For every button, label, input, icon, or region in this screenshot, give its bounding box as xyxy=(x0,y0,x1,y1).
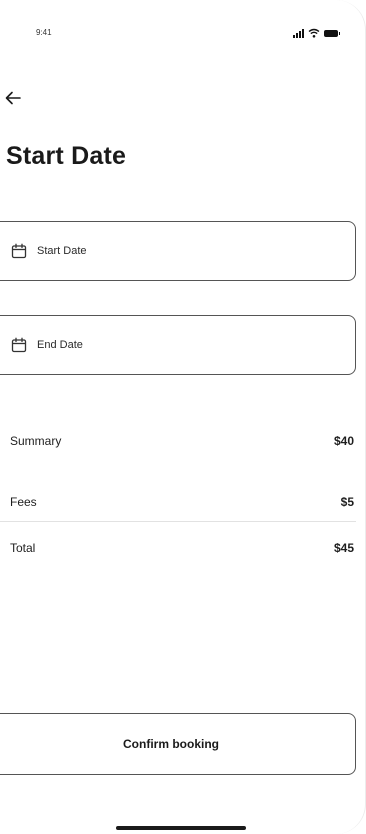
end-date-field[interactable]: End Date xyxy=(0,315,356,375)
summary-divider xyxy=(0,521,356,522)
summary-row: Summary $40 xyxy=(10,434,354,448)
calendar-icon xyxy=(11,243,27,259)
total-label: Total xyxy=(10,541,36,555)
total-row: Total $45 xyxy=(10,541,354,555)
phone-screen: 9:41 Start Date Start Date End Date Summ… xyxy=(0,0,366,834)
wifi-icon xyxy=(308,28,320,38)
status-time: 9:41 xyxy=(36,28,52,37)
summary-label: Summary xyxy=(10,434,62,448)
back-button[interactable] xyxy=(4,86,30,110)
page-title: Start Date xyxy=(6,142,127,170)
summary-value: $40 xyxy=(333,434,354,448)
end-date-label: End Date xyxy=(37,339,83,351)
status-bar: 9:41 xyxy=(0,0,365,70)
back-arrow-icon xyxy=(5,91,21,105)
fees-value: $5 xyxy=(340,495,354,509)
home-indicator xyxy=(116,826,246,830)
confirm-booking-button[interactable]: Confirm booking xyxy=(0,713,356,775)
calendar-icon xyxy=(11,337,27,353)
fees-row: Fees $5 xyxy=(10,495,354,509)
start-date-label: Start Date xyxy=(37,245,87,257)
status-icons xyxy=(293,28,340,38)
fees-label: Fees xyxy=(10,495,37,509)
start-date-field[interactable]: Start Date xyxy=(0,221,356,281)
signal-icon xyxy=(293,29,304,38)
battery-icon xyxy=(324,30,340,37)
total-value: $45 xyxy=(333,541,354,555)
